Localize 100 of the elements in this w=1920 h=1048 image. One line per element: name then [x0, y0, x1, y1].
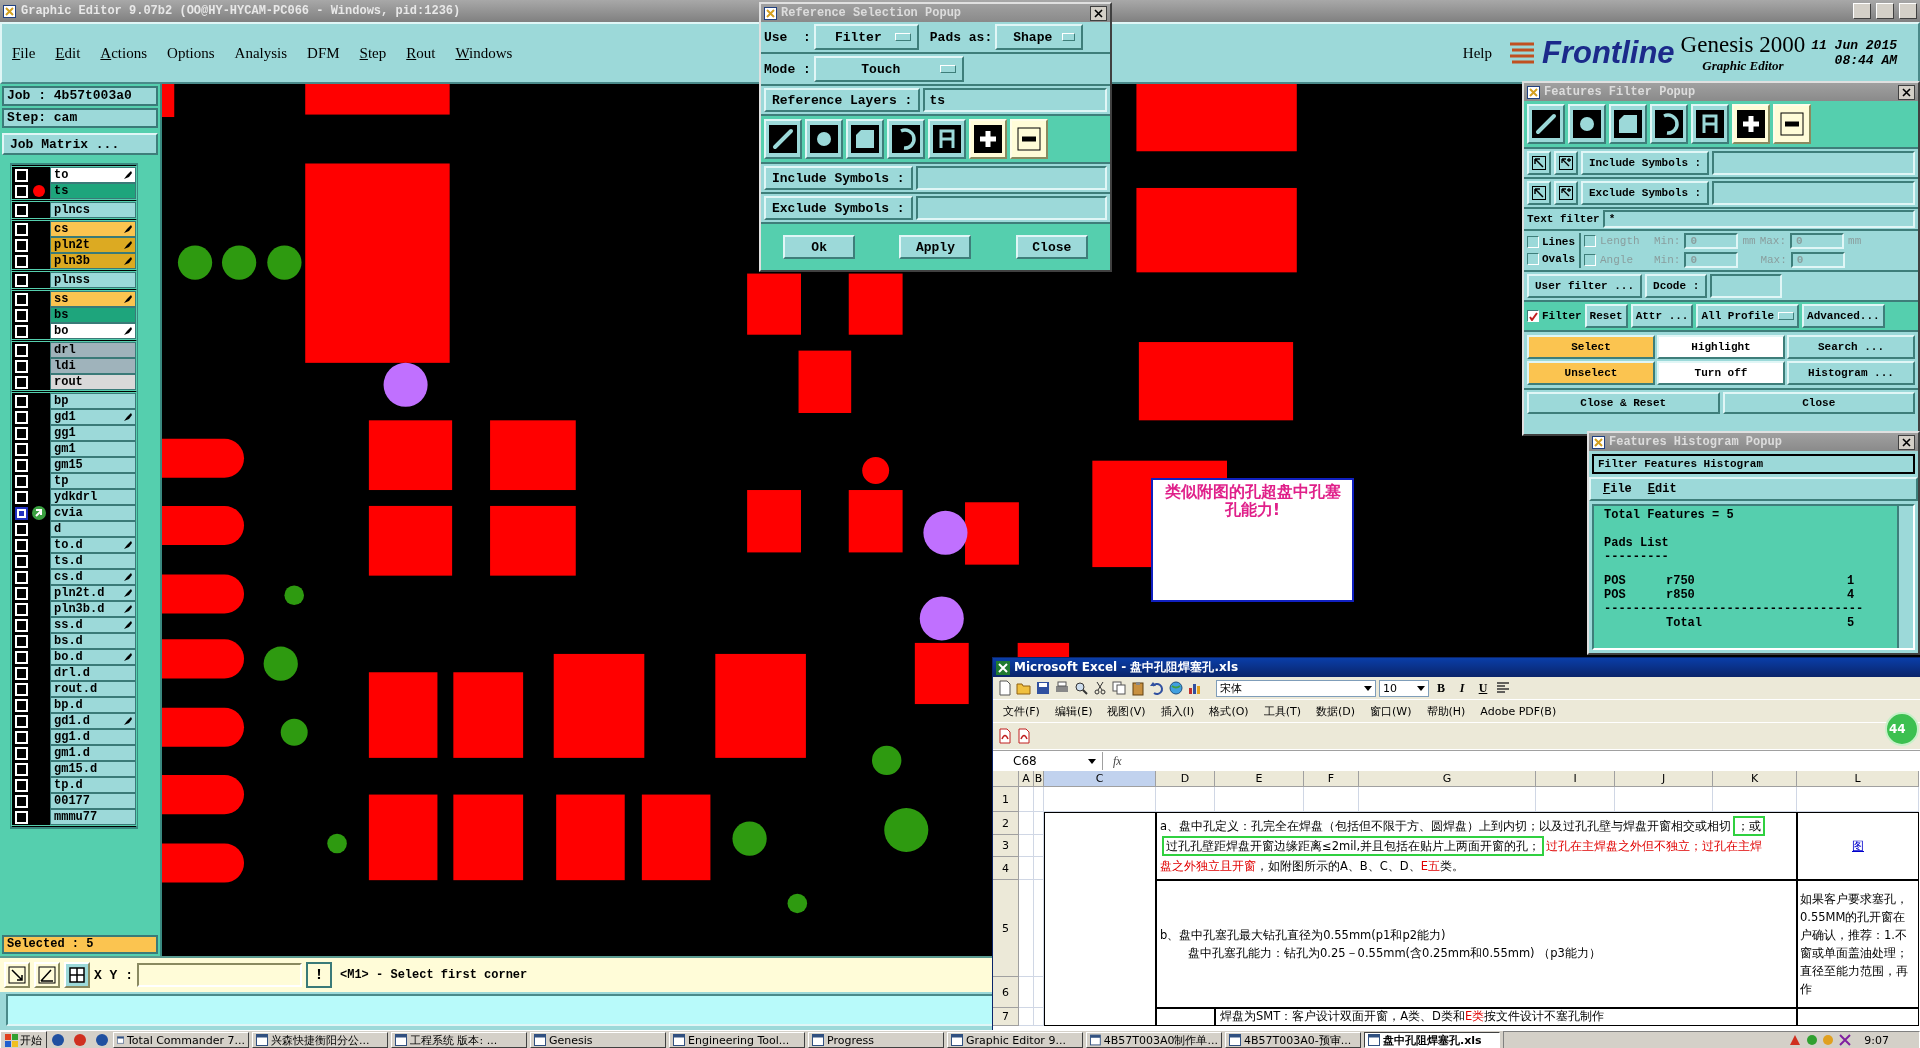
- column-header[interactable]: F: [1304, 771, 1359, 787]
- menu-item[interactable]: 插入(I): [1154, 703, 1201, 719]
- layer-name[interactable]: ss.d: [50, 617, 136, 633]
- row-header[interactable]: 4: [993, 857, 1019, 880]
- taskbar-item[interactable]: 4B57T003A0-预审...: [1225, 1032, 1361, 1048]
- scissors-icon[interactable]: [1092, 680, 1108, 696]
- menu-item[interactable]: Options: [157, 44, 225, 62]
- layer-name[interactable]: bs.d: [50, 633, 136, 649]
- pointer-button[interactable]: [1527, 181, 1551, 205]
- layer-name[interactable]: mmmu77: [50, 809, 136, 825]
- use-dropdown[interactable]: Filter: [813, 24, 919, 50]
- action-button[interactable]: Search ...: [1787, 335, 1915, 359]
- mode-dropdown[interactable]: Touch: [813, 56, 964, 82]
- layer-name[interactable]: bp.d: [50, 697, 136, 713]
- layer-name[interactable]: cs.d: [50, 569, 136, 585]
- measure-tool[interactable]: [34, 962, 60, 988]
- job-matrix-button[interactable]: Job Matrix ...: [2, 133, 158, 155]
- pointer-add-button[interactable]: [1554, 151, 1578, 175]
- row-header[interactable]: 6: [993, 977, 1019, 1008]
- exclude-symbols-field[interactable]: [915, 196, 1107, 220]
- action-button[interactable]: Histogram ...: [1787, 361, 1915, 385]
- row-header[interactable]: 1: [993, 787, 1019, 812]
- format-button[interactable]: U: [1474, 680, 1492, 696]
- text-filter-button[interactable]: [1691, 104, 1729, 144]
- layer-name[interactable]: d: [50, 521, 136, 537]
- row-header[interactable]: 3: [993, 835, 1019, 857]
- scrollbar[interactable]: [1897, 506, 1913, 648]
- new-document-icon[interactable]: [997, 680, 1013, 696]
- include-symbols-button[interactable]: Include Symbols :: [764, 166, 913, 190]
- reference-layers-field[interactable]: ts: [923, 88, 1107, 112]
- layer-name[interactable]: pln2t.d: [50, 585, 136, 601]
- zoom-tool[interactable]: [4, 962, 30, 988]
- taskbar-item[interactable]: Engineering Tool...: [669, 1032, 805, 1048]
- menu-item[interactable]: 编辑(E): [1048, 703, 1099, 719]
- menu-item[interactable]: DFM: [297, 44, 350, 62]
- column-header[interactable]: J: [1615, 771, 1713, 787]
- layer-name[interactable]: bs: [50, 307, 136, 323]
- menu-item[interactable]: 数据(D): [1309, 703, 1362, 719]
- grid-tool[interactable]: [64, 962, 90, 988]
- alert-button[interactable]: !: [306, 962, 332, 988]
- menu-item[interactable]: 窗口(W): [1364, 703, 1418, 719]
- row-header[interactable]: 2: [993, 812, 1019, 835]
- attr-button[interactable]: Attr ...: [1630, 304, 1694, 328]
- pdf-icon[interactable]: [997, 728, 1013, 744]
- negative-filter-button[interactable]: [1010, 119, 1048, 159]
- menu-item[interactable]: Edit: [1647, 482, 1677, 496]
- layer-name[interactable]: drl: [50, 342, 136, 358]
- menu-item[interactable]: Windows: [445, 44, 523, 62]
- layer-name[interactable]: bo: [50, 323, 136, 339]
- font-dropdown[interactable]: 宋体: [1216, 679, 1376, 697]
- ovals-checkbox[interactable]: [1527, 253, 1539, 266]
- layer-name[interactable]: tp: [50, 473, 136, 489]
- layer-name[interactable]: pln2t: [50, 237, 136, 253]
- font-size-dropdown[interactable]: 10: [1379, 679, 1429, 697]
- layer-name[interactable]: cvia: [50, 505, 136, 521]
- copy-icon[interactable]: [1111, 680, 1127, 696]
- column-header[interactable]: I: [1536, 771, 1615, 787]
- maximize-icon[interactable]: [1876, 3, 1894, 19]
- taskbar-item[interactable]: 4B57T003A0制作单...: [1086, 1032, 1222, 1048]
- layer-name[interactable]: gm15.d: [50, 761, 136, 777]
- pointer-add-button[interactable]: [1554, 181, 1578, 205]
- layer-name[interactable]: drl.d: [50, 665, 136, 681]
- menu-item[interactable]: File: [1603, 482, 1632, 496]
- close-icon[interactable]: [1898, 84, 1915, 100]
- dialog-button[interactable]: Ok: [783, 235, 856, 259]
- taskbar-item[interactable]: Genesis: [530, 1032, 666, 1048]
- reset-button[interactable]: Reset: [1584, 304, 1628, 328]
- help-menu[interactable]: Help: [1452, 44, 1502, 62]
- layer-name[interactable]: plncs: [50, 202, 136, 218]
- include-symbols-button[interactable]: Include Symbols :: [1581, 151, 1710, 175]
- include-symbols-field[interactable]: [915, 166, 1107, 190]
- column-header[interactable]: L: [1797, 771, 1919, 787]
- layer-name[interactable]: gg1: [50, 425, 136, 441]
- layer-name[interactable]: pln3b.d: [50, 601, 136, 617]
- layer-name[interactable]: gm15: [50, 457, 136, 473]
- close-reset-button[interactable]: Close & Reset: [1527, 392, 1720, 414]
- menu-item[interactable]: Step: [349, 44, 397, 62]
- exclude-symbols-button[interactable]: Exclude Symbols :: [764, 196, 913, 220]
- format-button[interactable]: I: [1453, 680, 1471, 696]
- menu-item[interactable]: File: [2, 44, 46, 62]
- layer-name[interactable]: ts: [50, 183, 136, 199]
- menu-item[interactable]: 视图(V): [1101, 703, 1152, 719]
- menu-item[interactable]: 格式(O): [1203, 703, 1255, 719]
- taskbar-item[interactable]: 兴森快捷衡阳分公...: [252, 1032, 388, 1048]
- filter-checkbox[interactable]: [1527, 310, 1539, 322]
- action-button[interactable]: Select: [1527, 335, 1655, 359]
- taskbar-item[interactable]: 盘中孔阻焊塞孔.xls: [1364, 1032, 1500, 1048]
- layer-name[interactable]: tp.d: [50, 777, 136, 793]
- pointer-button[interactable]: [1527, 151, 1551, 175]
- quick-launch-icons[interactable]: [50, 1032, 110, 1048]
- minimize-icon[interactable]: [1853, 3, 1871, 19]
- close-icon[interactable]: [1898, 434, 1915, 450]
- pdf-icon[interactable]: [1016, 728, 1032, 744]
- clipboard-icon[interactable]: [1130, 680, 1146, 696]
- close-icon[interactable]: [1090, 5, 1107, 21]
- globe-icon[interactable]: [1168, 680, 1184, 696]
- lines-checkbox[interactable]: [1527, 235, 1539, 248]
- advanced-button[interactable]: Advanced...: [1802, 304, 1885, 328]
- user-filter-button[interactable]: User filter ...: [1527, 274, 1643, 298]
- layer-name[interactable]: gd1: [50, 409, 136, 425]
